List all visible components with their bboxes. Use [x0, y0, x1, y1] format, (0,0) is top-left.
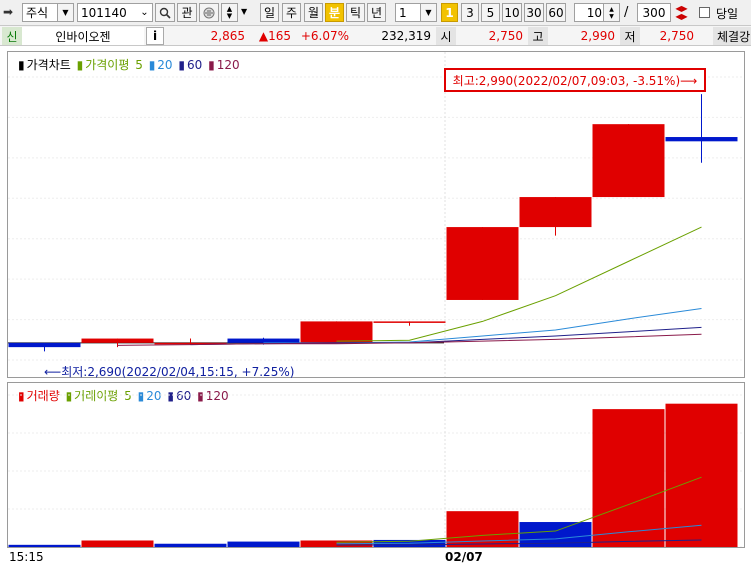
market-select-value: 주식 [26, 6, 49, 20]
candle-body [8, 342, 81, 348]
candle-body [373, 321, 446, 323]
info-button[interactable]: i [146, 27, 164, 45]
chevron-down-icon[interactable]: ⌄ [137, 4, 152, 21]
code-input[interactable]: 101140 ⌄ [77, 3, 153, 22]
preset-30-button[interactable]: 30 [524, 3, 544, 22]
stepper-arrows-icon[interactable]: ▲ ▼ [603, 4, 619, 21]
today-checkbox[interactable] [699, 7, 710, 18]
min-price-annotation: ⟵최저:2,690(2022/02/04,15:15, +7.25%) [44, 365, 295, 379]
volume-chart-panel[interactable]: ▮ 거래량 ▮ 거래이평 5 ▮ 20 ▮ 60 ▮ 120 [7, 382, 745, 548]
low-label: 저 [620, 27, 640, 45]
chevron-down-icon[interactable]: ▼ [420, 4, 436, 21]
chevron-down-icon[interactable]: ▼ [241, 7, 247, 16]
interval-value: 1 [399, 5, 407, 20]
interval-select[interactable]: 1 ▼ [395, 3, 437, 22]
chevron-down-icon[interactable]: ▼ [57, 4, 73, 21]
period-day[interactable]: 일 [260, 3, 279, 22]
link-button[interactable] [199, 3, 219, 22]
period-week[interactable]: 주 [282, 3, 301, 22]
prev-next-stepper[interactable]: ▲ ▼ [221, 3, 238, 22]
candle-body [227, 338, 300, 343]
open-price: 2,750 [488, 29, 523, 43]
low-price: 2,750 [659, 29, 694, 43]
price-plot[interactable] [8, 52, 744, 377]
x-axis-date-label: 02/07 [445, 550, 483, 564]
search-button[interactable] [155, 3, 175, 22]
open-label: 시 [436, 27, 456, 45]
stock-name[interactable]: 인바이오젠 [22, 27, 144, 45]
slash-label: / [624, 5, 629, 20]
total-count-input[interactable]: 300 [637, 3, 671, 22]
price-ma5-line [336, 226, 702, 342]
toolbar: ➡ 주식 ▼ 101140 ⌄ 관 ▲ ▼ ▼ 일 주 월 분 틱 년 1 ▼ 1… [0, 0, 751, 26]
price-chart-panel[interactable]: ▮ 가격차트 ▮ 가격이평 5 ▮ 20 ▮ 60 ▮ 120 최고:2,990(2022… [7, 51, 745, 379]
code-input-value: 101140 [81, 5, 127, 20]
period-minute[interactable]: 분 [325, 3, 344, 22]
link-icon [203, 7, 215, 18]
candle-body [446, 227, 519, 300]
search-icon [159, 7, 171, 19]
high-price: 2,990 [580, 29, 615, 43]
candle-body [519, 197, 592, 228]
execution-strength-label: 체결강 [713, 27, 751, 45]
preset-10-button[interactable]: 10 [502, 3, 522, 22]
credit-badge: 신 [2, 27, 22, 45]
screen-arrow-icon[interactable]: ➡ [3, 4, 19, 21]
volume-bar [81, 540, 154, 547]
volume-bar [8, 544, 81, 547]
candle-body [665, 137, 738, 142]
volume-bar [227, 541, 300, 547]
candle-body [300, 321, 373, 343]
preset-3-button[interactable]: 3 [461, 3, 479, 22]
volume-bar [154, 543, 227, 547]
high-label: 고 [528, 27, 548, 45]
candle-body [592, 124, 665, 198]
x-axis-left-label: 15:15 [9, 550, 44, 564]
today-label: 당일 [716, 7, 739, 21]
max-price-annotation: 최고:2,990(2022/02/07,09:03, -3.51%)⟶ [444, 68, 706, 92]
arrow-down-icon[interactable]: ▼ [227, 12, 232, 20]
count-value: 10 [586, 5, 602, 20]
x-axis: 15:15 02/07 [0, 548, 751, 566]
count-stepper[interactable]: 10 ▲ ▼ [574, 3, 620, 22]
market-select[interactable]: 주식 ▼ [22, 3, 74, 22]
period-month[interactable]: 월 [304, 3, 323, 22]
preset-1-button[interactable]: 1 [441, 3, 458, 22]
current-price: 2,865 [210, 29, 245, 43]
volume-plot[interactable] [8, 383, 744, 547]
price-change: ▲165 [258, 29, 291, 43]
candle-body [81, 338, 154, 343]
trade-volume: 232,319 [381, 29, 431, 43]
period-year[interactable]: 년 [367, 3, 386, 22]
volume-bar [592, 409, 665, 547]
scroll-arrows-icon[interactable]: ◀▶ ◀▶ [674, 5, 689, 21]
interest-button[interactable]: 관 [177, 3, 197, 22]
quote-bar: 신 인바이오젠 i 2,865 ▲165 +6.07% 232,319 시 2,… [0, 26, 751, 46]
preset-60-button[interactable]: 60 [546, 3, 566, 22]
preset-5-button[interactable]: 5 [481, 3, 500, 22]
change-percent: +6.07% [300, 29, 349, 43]
period-tick[interactable]: 틱 [346, 3, 365, 22]
